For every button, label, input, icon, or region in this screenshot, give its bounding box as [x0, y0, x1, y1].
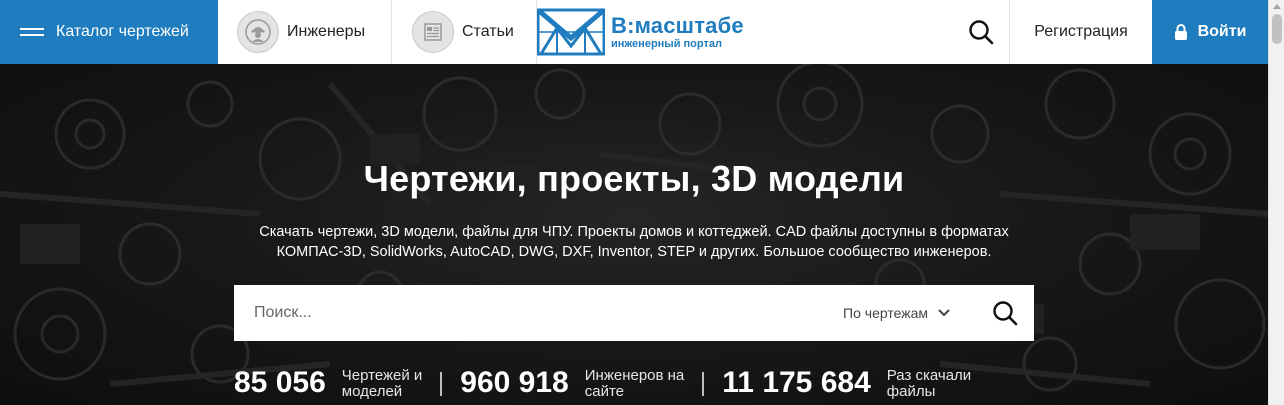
stat-number: 85 056	[234, 366, 326, 399]
stat-number: 960 918	[460, 366, 569, 399]
search-input[interactable]	[234, 285, 844, 341]
hero-description: Скачать чертежи, 3D модели, файлы для ЧП…	[234, 222, 1034, 262]
stat-divider	[440, 372, 443, 396]
site-logo[interactable]: В:масштабе инженерный портал	[537, 0, 807, 64]
stat-label: Инженеров на сайте	[585, 368, 685, 400]
catalog-label: Каталог чертежей	[56, 23, 189, 40]
logo-subtitle: инженерный портал	[611, 37, 722, 50]
search-icon	[968, 20, 993, 45]
scrollbar-thumb[interactable]	[1272, 14, 1282, 44]
stat-label: Чертежей и моделей	[342, 368, 423, 400]
hamburger-icon	[20, 25, 44, 39]
chevron-down-icon	[938, 309, 950, 317]
stat-number: 11 175 684	[722, 366, 871, 399]
search-filter-label: По чертежам	[843, 305, 928, 321]
register-link[interactable]: Регистрация	[1010, 0, 1152, 64]
nav-articles[interactable]: Статьи	[392, 0, 537, 64]
logo-mark-icon	[537, 8, 605, 56]
register-label: Регистрация	[1034, 23, 1128, 40]
search-bar: По чертежам	[234, 285, 1034, 341]
page-scrollbar[interactable]	[1268, 0, 1284, 405]
search-filter-dropdown[interactable]: По чертежам	[843, 305, 950, 321]
stat-drawings: 85 056 Чертежей и моделей	[234, 364, 422, 402]
hero-section: Чертежи, проекты, 3D модели Скачать черт…	[0, 64, 1268, 405]
stat-label-line-2: сайте	[584, 383, 625, 400]
site-header: Каталог чертежей Инженеры Статьи В:масшт…	[0, 0, 1268, 64]
stat-divider	[702, 372, 705, 396]
stat-downloads: 11 175 684 Раз скачали файлы	[722, 364, 971, 402]
stat-label-line-1: Раз скачали	[886, 367, 972, 384]
engineer-avatar-icon	[237, 11, 279, 53]
search-icon	[993, 301, 1018, 326]
stat-label-line-2: файлы	[886, 383, 936, 400]
lock-icon	[1174, 24, 1187, 40]
login-button[interactable]: Войти	[1152, 0, 1268, 64]
nav-engineers-label: Инженеры	[287, 23, 366, 40]
stat-engineers: 960 918 Инженеров на сайте	[460, 364, 684, 402]
login-label: Войти	[1197, 23, 1247, 40]
stat-label-line-1: Чертежей и	[341, 367, 423, 384]
stat-label: Раз скачали файлы	[887, 368, 971, 400]
nav-articles-label: Статьи	[462, 23, 514, 40]
search-submit-button[interactable]	[976, 285, 1034, 341]
hero-title: Чертежи, проекты, 3D модели	[363, 158, 905, 199]
nav-engineers[interactable]: Инженеры	[218, 0, 392, 64]
hero-description-line-1: Скачать чертежи, 3D модели, файлы для ЧП…	[259, 224, 1009, 240]
stat-label-line-1: Инженеров на	[584, 367, 685, 384]
stat-label-line-2: моделей	[341, 383, 403, 400]
catalog-button[interactable]: Каталог чертежей	[0, 0, 218, 64]
scroll-up-arrow-icon[interactable]	[1273, 4, 1281, 9]
hero-description-line-2: КОМПАС-3D, SolidWorks, AutoCAD, DWG, DXF…	[276, 244, 992, 260]
article-icon	[412, 11, 454, 53]
logo-title: В:масштабе	[611, 12, 744, 38]
stats-row: 85 056 Чертежей и моделей 960 918 Инжене…	[234, 364, 1054, 405]
header-search-button[interactable]	[952, 0, 1010, 64]
